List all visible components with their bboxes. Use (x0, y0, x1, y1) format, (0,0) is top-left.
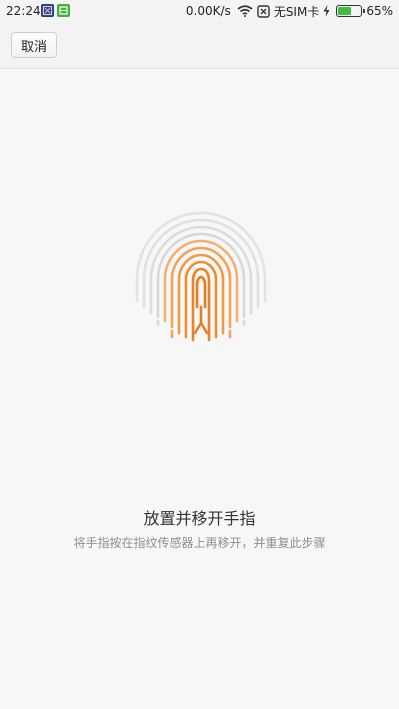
status-bar: 22:24 0.00K/s 无SIM卡 65% (0, 0, 399, 22)
notification-app-icon (57, 4, 70, 17)
network-speed: 0.00K/s (185, 4, 231, 18)
fingerprint-icon (135, 211, 267, 342)
no-sim-icon (257, 4, 270, 18)
sim-status: 无SIM卡 (273, 4, 320, 19)
top-action-bar: 取消 (0, 22, 399, 69)
fingerprint-enroll-screen: 22:24 0.00K/s 无SIM卡 65% 取消 放置并移开手指 将手指按在… (0, 0, 399, 709)
notification-app-icon (41, 4, 54, 17)
charging-icon (323, 5, 330, 17)
status-right-group: 0.00K/s 无SIM卡 65% (186, 3, 393, 19)
status-time: 22:24 (6, 4, 41, 18)
battery-level-fill (338, 7, 352, 15)
wifi-icon (237, 5, 253, 17)
battery-percentage: 65% (366, 4, 393, 18)
battery-icon (336, 5, 366, 17)
instruction-title: 放置并移开手指 (143, 509, 256, 528)
cancel-button[interactable]: 取消 (11, 32, 57, 58)
instruction-hint: 将手指按在指纹传感器上再移开，并重复此步骤 (73, 536, 326, 550)
